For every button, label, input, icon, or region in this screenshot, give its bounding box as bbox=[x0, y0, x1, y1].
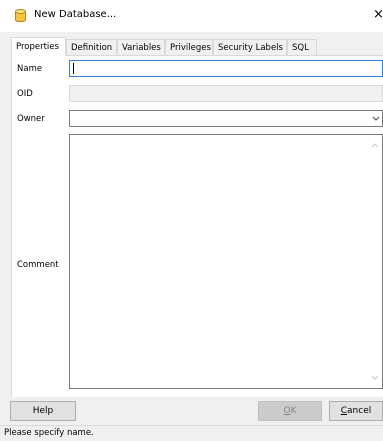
chevron-down-icon bbox=[372, 116, 380, 121]
comment-textarea[interactable] bbox=[69, 134, 383, 389]
tab-definition[interactable]: Definition bbox=[66, 39, 117, 55]
tab-label: Properties bbox=[16, 42, 59, 52]
owner-select[interactable] bbox=[69, 110, 383, 127]
cancel-button[interactable]: Cancel bbox=[329, 401, 383, 421]
tab-properties[interactable]: Properties bbox=[11, 37, 66, 56]
database-icon bbox=[15, 9, 26, 22]
oid-label: OID bbox=[17, 89, 33, 99]
ok-button-label: K bbox=[290, 406, 297, 416]
tab-strip: Properties Definition Variables Privileg… bbox=[11, 37, 383, 56]
tab-label: Privileges bbox=[170, 43, 211, 53]
text-caret bbox=[73, 63, 74, 74]
tab-label: Variables bbox=[122, 43, 161, 53]
tab-sql[interactable]: SQL bbox=[287, 39, 317, 55]
help-button[interactable]: Help bbox=[10, 401, 76, 421]
scroll-down-icon[interactable] bbox=[371, 374, 379, 382]
name-input[interactable] bbox=[69, 60, 383, 77]
tab-label: SQL bbox=[292, 43, 309, 53]
scroll-up-icon[interactable] bbox=[371, 141, 379, 149]
close-icon: × bbox=[373, 7, 383, 22]
comment-label: Comment bbox=[17, 260, 59, 270]
owner-label: Owner bbox=[17, 114, 45, 124]
close-button[interactable]: × bbox=[373, 6, 383, 24]
status-bar: Please specify name. bbox=[0, 425, 383, 441]
ok-button[interactable]: OK bbox=[258, 401, 322, 421]
tab-security-labels[interactable]: Security Labels bbox=[213, 39, 287, 55]
oid-input bbox=[69, 85, 383, 102]
ok-accelerator: O bbox=[283, 406, 291, 416]
status-text: Please specify name. bbox=[4, 428, 94, 438]
tab-privileges[interactable]: Privileges bbox=[165, 39, 213, 55]
title-bar: New Database... × bbox=[0, 0, 383, 32]
name-label: Name bbox=[17, 64, 43, 74]
help-button-label: Help bbox=[32, 406, 54, 416]
tab-label: Definition bbox=[71, 43, 113, 53]
tab-label: Security Labels bbox=[218, 43, 283, 53]
cancel-button-label: ancel bbox=[347, 406, 372, 416]
window-title: New Database... bbox=[34, 9, 117, 20]
tab-variables[interactable]: Variables bbox=[117, 39, 165, 55]
